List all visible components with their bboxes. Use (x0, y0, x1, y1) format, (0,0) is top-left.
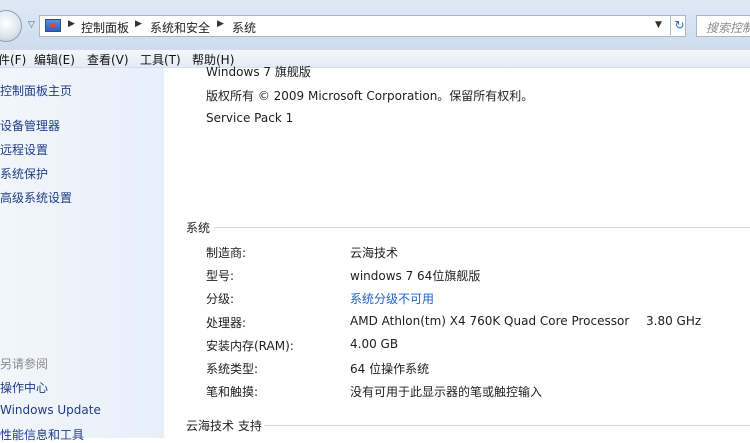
address-dropdown-icon[interactable]: ▼ (655, 20, 662, 30)
ram-value: 4.00 GB (350, 337, 399, 351)
system-type-label: 系统类型: (206, 362, 259, 376)
menu-bar: 件(F) 编辑(E) 查看(V) 工具(T) 帮助(H) (0, 50, 750, 68)
search-input[interactable]: 搜索控制 (696, 15, 750, 37)
processor-label: 处理器: (206, 316, 247, 330)
rating-link[interactable]: 系统分级不可用 (350, 290, 434, 307)
breadcrumb-system[interactable]: 系统 (232, 19, 256, 36)
manufacturer-label: 制造商: (206, 246, 247, 260)
sidebar-item-remote-settings[interactable]: 远程设置 (0, 141, 48, 158)
model-label: 型号: (206, 269, 235, 283)
service-pack: Service Pack 1 (206, 111, 294, 125)
section-divider (214, 227, 750, 228)
history-dropdown-icon[interactable]: ▽ (28, 20, 35, 30)
menu-tools[interactable]: 工具(T) (140, 51, 181, 68)
processor-speed: 3.80 GHz (646, 314, 702, 328)
breadcrumb-arrow-icon[interactable]: ▶ (68, 19, 75, 29)
copyright-text: 版权所有 © 2009 Microsoft Corporation。保留所有权利… (206, 89, 534, 103)
sidebar-item-action-center[interactable]: 操作中心 (0, 379, 48, 396)
back-button[interactable] (0, 10, 22, 42)
rating-label: 分级: (206, 292, 235, 306)
menu-view[interactable]: 查看(V) (87, 51, 129, 68)
manufacturer-value: 云海技术 (350, 246, 399, 260)
support-section-header: 云海技术 支持 (186, 419, 262, 433)
address-bar: ▽ ▶ 控制面板 ▶ 系统和安全 ▶ 系统 ▼ ↻ 搜索控制 (0, 0, 750, 50)
menu-file[interactable]: 件(F) (0, 51, 26, 68)
sidebar-item-control-panel-home[interactable]: 控制面板主页 (0, 82, 72, 99)
sidebar: 控制面板主页 设备管理器 远程设置 系统保护 高级系统设置 另请参阅 操作中心 … (0, 68, 164, 442)
windows-edition: Windows 7 旗舰版 (206, 65, 311, 79)
see-also-header: 另请参阅 (0, 357, 49, 371)
section-divider (264, 425, 750, 426)
breadcrumb-system-security[interactable]: 系统和安全 (150, 19, 210, 36)
sidebar-item-performance-info[interactable]: 性能信息和工具 (0, 426, 84, 443)
model-value: windows 7 64位旗舰版 (350, 269, 481, 283)
sidebar-item-device-manager[interactable]: 设备管理器 (0, 117, 60, 134)
sidebar-item-advanced-settings[interactable]: 高级系统设置 (0, 189, 72, 206)
sidebar-item-windows-update[interactable]: Windows Update (0, 403, 101, 417)
address-field[interactable]: ▶ 控制面板 ▶ 系统和安全 ▶ 系统 ▼ ↻ (39, 15, 686, 37)
menu-edit[interactable]: 编辑(E) (34, 51, 75, 68)
ram-label: 安装内存(RAM): (206, 339, 294, 353)
breadcrumb-arrow-icon[interactable]: ▶ (135, 19, 142, 29)
breadcrumb-arrow-icon[interactable]: ▶ (217, 19, 224, 29)
system-type-value: 64 位操作系统 (350, 362, 430, 376)
breadcrumb-control-panel[interactable]: 控制面板 (81, 19, 129, 36)
pen-touch-value: 没有可用于此显示器的笔或触控输入 (350, 385, 543, 399)
processor-value: AMD Athlon(tm) X4 760K Quad Core Process… (350, 314, 630, 328)
system-section-header: 系统 (186, 221, 211, 235)
control-panel-icon (45, 19, 61, 32)
main-content: Windows 7 旗舰版 版权所有 © 2009 Microsoft Corp… (164, 65, 750, 438)
sidebar-item-system-protection[interactable]: 系统保护 (0, 165, 48, 182)
refresh-icon[interactable]: ↻ (670, 15, 688, 35)
pen-touch-label: 笔和触摸: (206, 385, 259, 399)
